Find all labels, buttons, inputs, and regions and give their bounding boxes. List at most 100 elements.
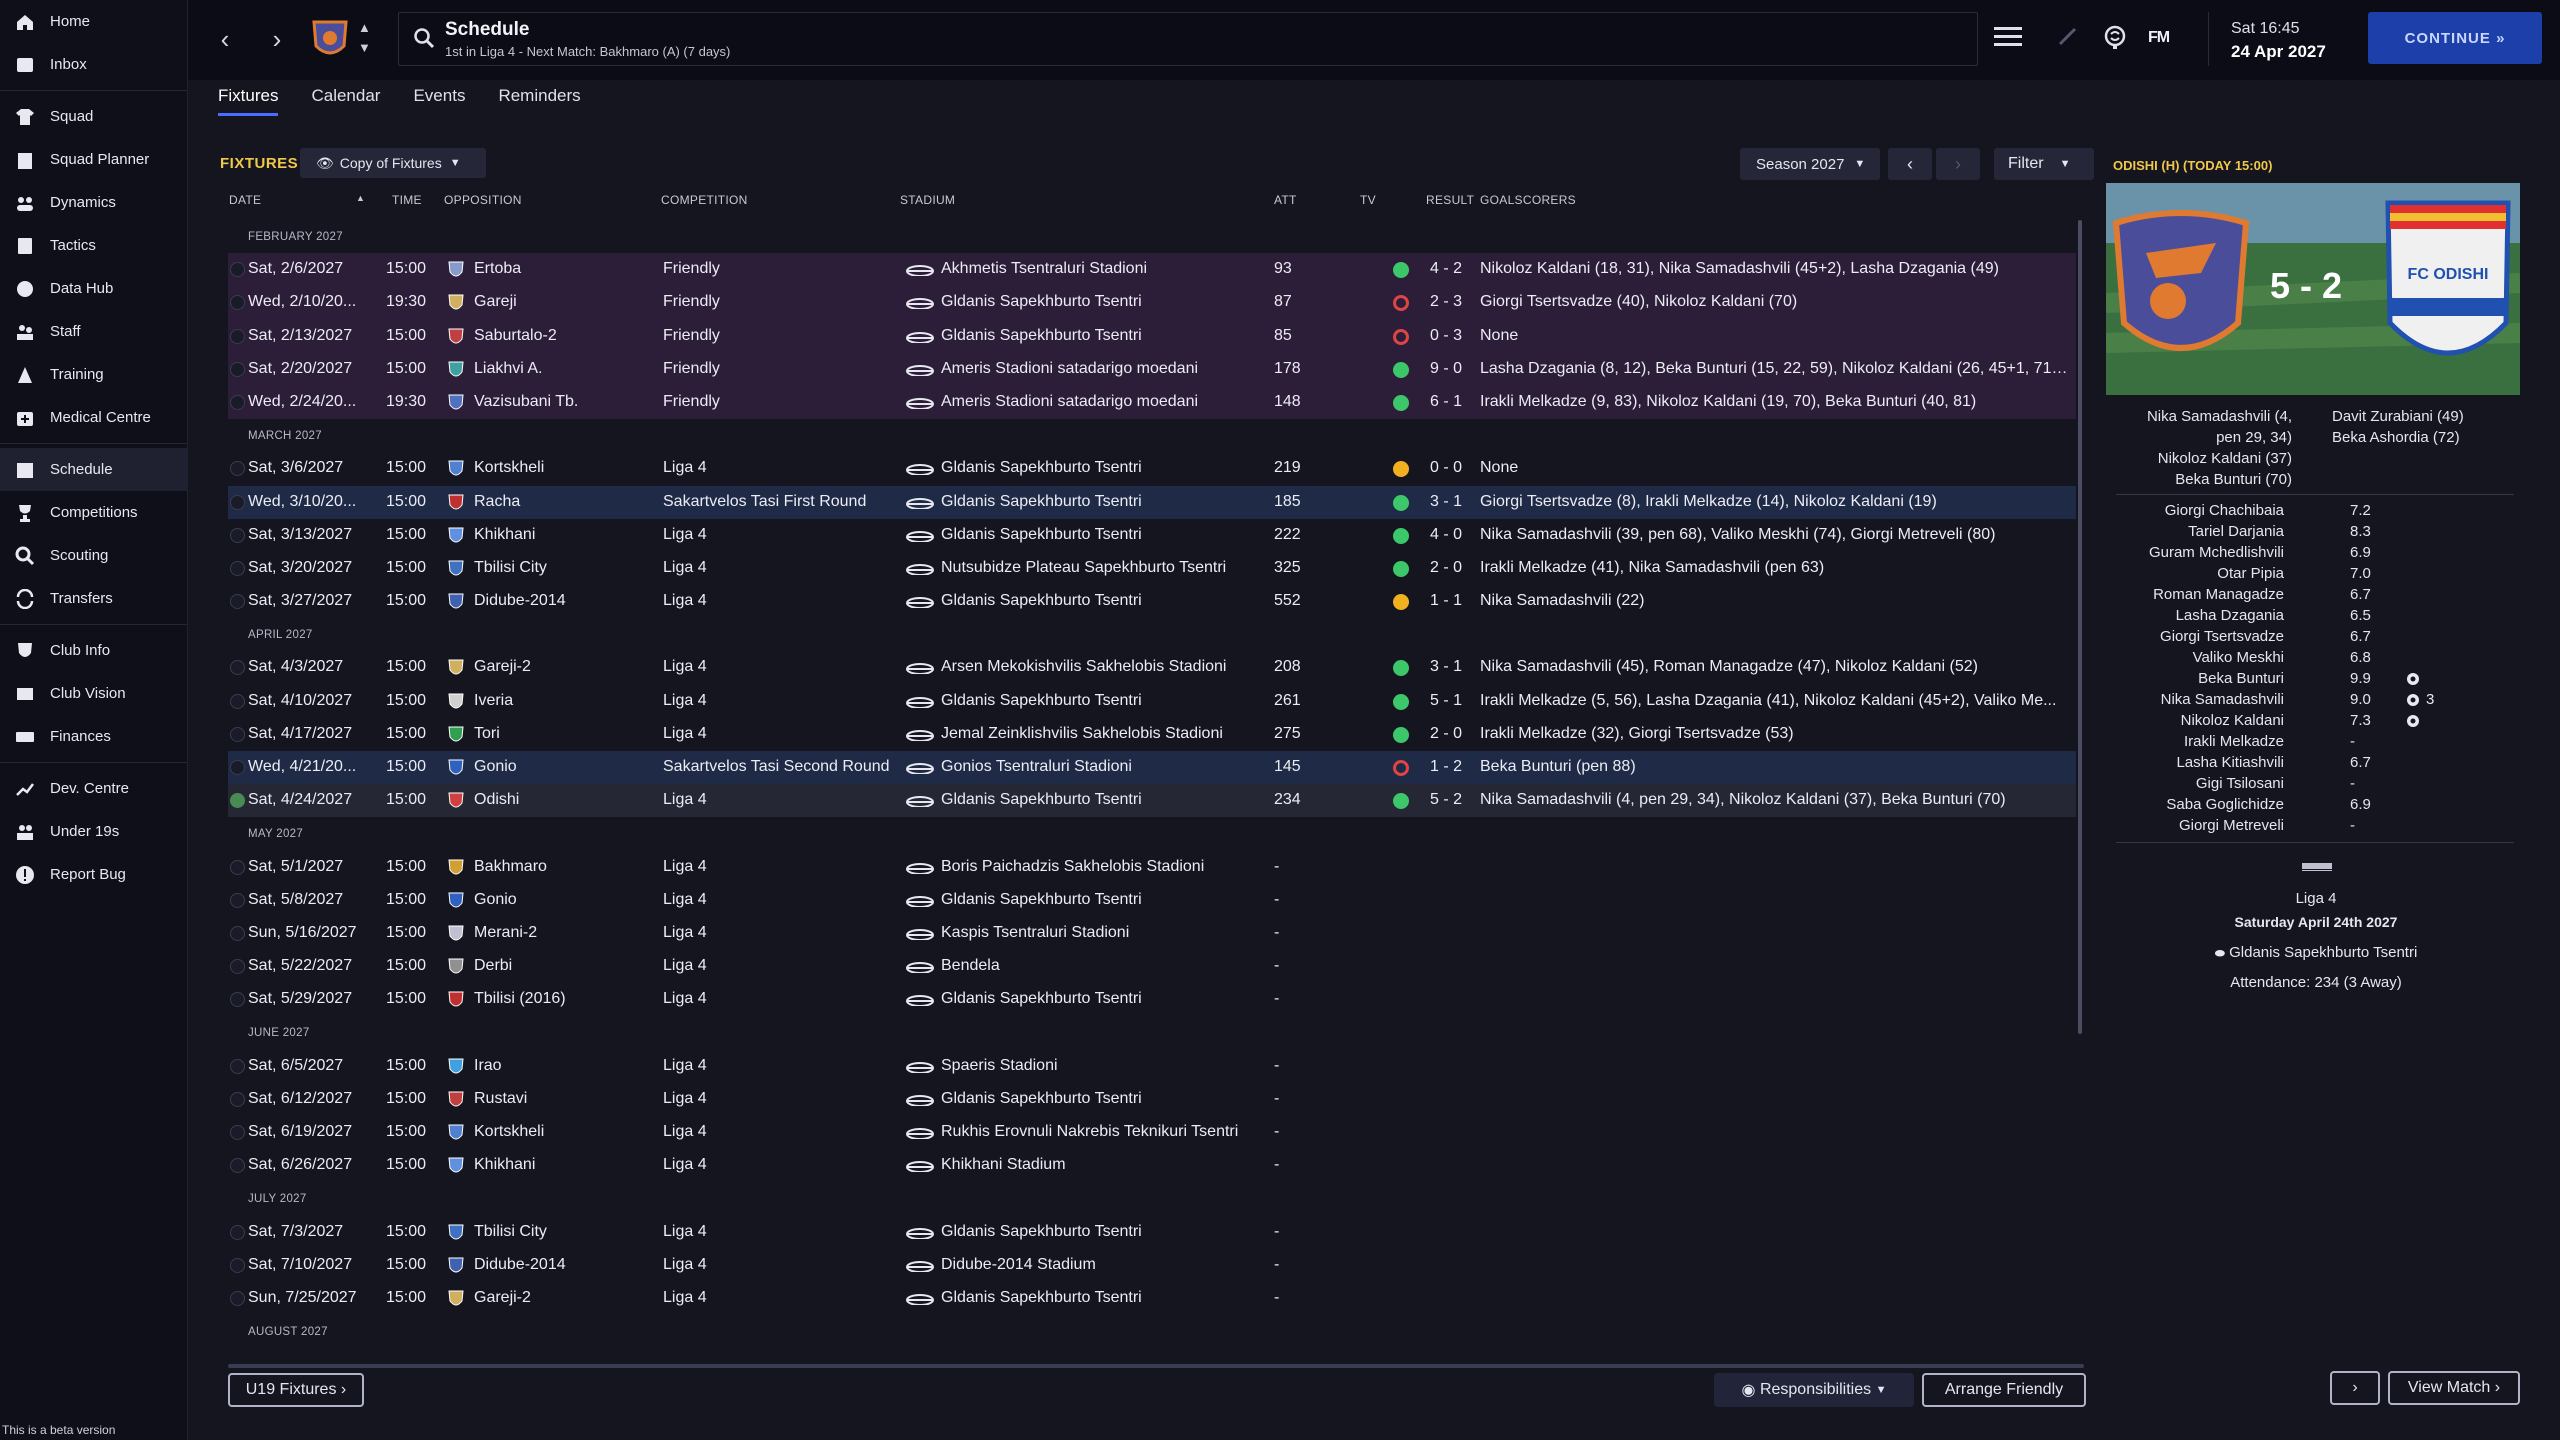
title-bar[interactable]: Schedule 1st in Liga 4 - Next Match: Bak… [398, 12, 1978, 66]
fixture-stadium[interactable]: Gldanis Sapekhburto Tsentri [941, 1223, 1271, 1241]
sidebar-item-medical-centre[interactable]: Medical Centre [0, 396, 187, 439]
fixture-row[interactable]: Wed, 3/10/20... 15:00 Racha Sakartvelos Tas… [228, 485, 2076, 519]
player-name[interactable]: Guram Mchedlishvili [2149, 544, 2284, 561]
u19-fixtures-button[interactable]: U19 Fixtures › [228, 1373, 364, 1407]
fixture-row[interactable]: Sat, 2/13/2027 15:00 Saburtalo-2 Friendly Gl… [228, 319, 2076, 353]
fixture-opposition[interactable]: Kortskheli [474, 1123, 694, 1141]
fixture-stadium[interactable]: Gldanis Sapekhburto Tsentri [941, 592, 1271, 610]
row-checkbox[interactable] [230, 693, 245, 709]
fixture-stadium[interactable]: Gldanis Sapekhburto Tsentri [941, 493, 1271, 511]
horizontal-scrollbar[interactable] [228, 1364, 2084, 1368]
forward-button[interactable]: › [260, 22, 294, 56]
fixture-competition[interactable]: Friendly [663, 260, 898, 278]
chevron-up-icon[interactable]: ▲ [358, 20, 371, 35]
continue-button[interactable]: CONTINUE » [2368, 12, 2542, 64]
fixture-competition[interactable]: Liga 4 [663, 1223, 898, 1241]
player-name[interactable]: Otar Pipia [2217, 565, 2284, 582]
fixture-stadium[interactable]: Ameris Stadioni satadarigo moedani [941, 360, 1271, 378]
fixture-row[interactable]: Sat, 6/5/2027 15:00 Irao Liga 4 Spaeris Stad… [228, 1050, 2076, 1083]
row-checkbox[interactable] [230, 992, 245, 1008]
sidebar-item-squad[interactable]: Squad [0, 95, 187, 138]
player-name[interactable]: Irakli Melkadze [2184, 733, 2284, 750]
sidebar-item-scouting[interactable]: Scouting [0, 534, 187, 577]
fixture-row[interactable]: Sat, 7/10/2027 15:00 Didube-2014 Liga 4 Didu… [228, 1249, 2076, 1282]
col-stadium[interactable]: STADIUM [900, 193, 955, 207]
sidebar-item-training[interactable]: Training [0, 353, 187, 396]
player-name[interactable]: Gigi Tsilosani [2196, 775, 2284, 792]
row-checkbox[interactable] [230, 494, 245, 510]
row-checkbox[interactable] [230, 328, 245, 344]
player-name[interactable]: Roman Managadze [2153, 586, 2284, 603]
sidebar-item-dynamics[interactable]: Dynamics [0, 181, 187, 224]
fixture-stadium[interactable]: Ameris Stadioni satadarigo moedani [941, 393, 1271, 411]
fixture-opposition[interactable]: Khikhani [474, 1156, 694, 1174]
fixture-opposition[interactable]: Tori [474, 725, 694, 743]
fixture-stadium[interactable]: Gldanis Sapekhburto Tsentri [941, 990, 1271, 1008]
fixture-opposition[interactable]: Tbilisi City [474, 1223, 694, 1241]
fixture-row[interactable]: Wed, 4/21/20... 15:00 Gonio Sakartvelos Tas… [228, 751, 2076, 785]
fixture-row[interactable]: Wed, 2/24/20... 19:30 Vazisubani Tb. Friend… [228, 385, 2076, 420]
fixture-row[interactable]: Sat, 5/1/2027 15:00 Bakhmaro Liga 4 Boris Pa… [228, 851, 2076, 884]
fixture-opposition[interactable]: Gareji [474, 293, 694, 311]
fixture-row[interactable]: Sat, 3/6/2027 15:00 Kortskheli Liga 4 Gldani… [228, 452, 2076, 485]
search-icon[interactable] [413, 27, 435, 49]
fixture-opposition[interactable]: Saburtalo-2 [474, 327, 694, 345]
fixture-competition[interactable]: Liga 4 [663, 658, 898, 676]
fixture-competition[interactable]: Liga 4 [663, 1090, 898, 1108]
fixture-competition[interactable]: Friendly [663, 293, 898, 311]
fixture-competition[interactable]: Liga 4 [663, 1289, 898, 1307]
fixture-row[interactable]: Sat, 5/8/2027 15:00 Gonio Liga 4 Gldanis Sap… [228, 884, 2076, 917]
fixture-row[interactable]: Sat, 4/10/2027 15:00 Iveria Liga 4 Gldanis S… [228, 685, 2076, 718]
fixture-opposition[interactable]: Liakhvi A. [474, 360, 694, 378]
fixture-opposition[interactable]: Kortskheli [474, 459, 694, 477]
row-checkbox[interactable] [230, 1058, 245, 1074]
fixture-stadium[interactable]: Gonios Tsentraluri Stadioni [941, 758, 1271, 776]
fixture-stadium[interactable]: Akhmetis Tsentraluri Stadioni [941, 260, 1271, 278]
row-checkbox[interactable] [230, 527, 245, 543]
row-checkbox[interactable] [230, 361, 245, 377]
fixture-opposition[interactable]: Gonio [474, 891, 694, 909]
fixture-row[interactable]: Sat, 5/29/2027 15:00 Tbilisi (2016) Liga 4 G… [228, 983, 2076, 1016]
fixture-opposition[interactable]: Derbi [474, 957, 694, 975]
fixture-opposition[interactable]: Rustavi [474, 1090, 694, 1108]
next-season-button[interactable]: › [1936, 148, 1980, 180]
fixture-opposition[interactable]: Bakhmaro [474, 858, 694, 876]
tab-calendar[interactable]: Calendar [311, 80, 380, 116]
next-match-button[interactable]: › [2330, 1371, 2380, 1405]
fm-logo[interactable]: FM [2148, 29, 2170, 47]
pencil-icon[interactable] [2056, 24, 2080, 48]
sidebar-item-club-info[interactable]: Club Info [0, 629, 187, 672]
fixture-stadium[interactable]: Gldanis Sapekhburto Tsentri [941, 891, 1271, 909]
fixture-opposition[interactable]: Merani-2 [474, 924, 694, 942]
fixture-stadium[interactable]: Jemal Zeinklishvilis Sakhelobis Stadioni [941, 725, 1271, 743]
player-name[interactable]: Giorgi Metreveli [2179, 817, 2284, 834]
fixture-stadium[interactable]: Boris Paichadzis Sakhelobis Stadioni [941, 858, 1271, 876]
sidebar-item-data-hub[interactable]: Data Hub [0, 267, 187, 310]
fixture-stadium[interactable]: Gldanis Sapekhburto Tsentri [941, 791, 1271, 809]
fixture-competition[interactable]: Liga 4 [663, 692, 898, 710]
sidebar-item-inbox[interactable]: Inbox [0, 43, 187, 86]
fixture-stadium[interactable]: Gldanis Sapekhburto Tsentri [941, 293, 1271, 311]
col-time[interactable]: TIME [392, 193, 422, 207]
row-checkbox[interactable] [230, 1125, 245, 1141]
fixture-competition[interactable]: Liga 4 [663, 1256, 898, 1274]
season-select[interactable]: Season 2027 ▼ [1740, 148, 1880, 180]
fixture-competition[interactable]: Liga 4 [663, 559, 898, 577]
fixture-opposition[interactable]: Gareji-2 [474, 1289, 694, 1307]
fixture-opposition[interactable]: Ertoba [474, 260, 694, 278]
row-checkbox[interactable] [230, 925, 245, 941]
fixture-competition[interactable]: Liga 4 [663, 924, 898, 942]
row-checkbox[interactable] [230, 859, 245, 875]
fixture-stadium[interactable]: Bendela [941, 957, 1271, 975]
brain-icon[interactable] [2102, 24, 2128, 50]
fixture-competition[interactable]: Liga 4 [663, 858, 898, 876]
view-select[interactable]: 👁 Copy of Fixtures ▼ [300, 148, 486, 178]
row-checkbox[interactable] [230, 1224, 245, 1240]
fixture-row[interactable]: Sat, 4/3/2027 15:00 Gareji-2 Liga 4 Arsen Me… [228, 651, 2076, 684]
tab-reminders[interactable]: Reminders [498, 80, 580, 116]
player-name[interactable]: Beka Bunturi [2198, 670, 2284, 687]
col-date[interactable]: DATE [229, 193, 261, 207]
vertical-scrollbar[interactable] [2078, 220, 2082, 1034]
player-name[interactable]: Tariel Darjania [2188, 523, 2284, 540]
row-checkbox[interactable] [230, 594, 245, 610]
